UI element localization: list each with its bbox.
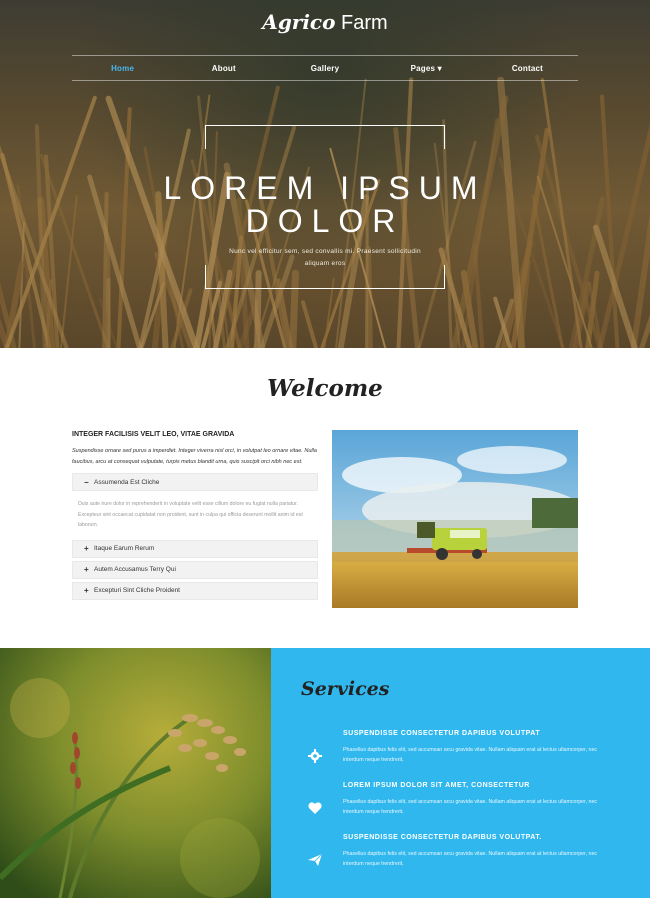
expand-icon: + (84, 586, 89, 595)
service-heading: LOREM IPSUM DOLOR SIT AMET, CONSECTETUR (343, 782, 530, 789)
hero-title-line1: LOREM IPSUM (163, 170, 487, 206)
service-item: LOREM IPSUM DOLOR SIT AMET, CONSECTETUR … (301, 782, 631, 830)
accordion-body: Duis aute irure dolor in reprehenderit i… (78, 501, 303, 528)
heart-icon (308, 802, 322, 814)
accordion-item-4[interactable]: + Excepturi Sint Cliche Proident (72, 581, 318, 600)
accordion-label: Itaque Earum Rerum (94, 545, 155, 552)
accordion-label: Assumenda Est Cliche (94, 478, 160, 486)
hero-title: LOREM IPSUM DOLOR (0, 172, 650, 238)
logo-bold-text: Agrico (262, 10, 336, 34)
service-text: Phasellus dapibus felis elit, sed accums… (343, 747, 598, 763)
service-heading: SUSPENDISSE CONSECTETUR DAPIBUS VOLUTPAT… (343, 834, 542, 841)
hero-frame-top (205, 125, 445, 149)
expand-icon: + (84, 565, 89, 574)
hero-frame-bottom (205, 265, 445, 289)
services-title: Services (301, 678, 390, 700)
welcome-content: INTEGER FACILISIS VELIT LEO, VITAE GRAVI… (72, 431, 318, 603)
service-text: Phasellus dapibus felis elit, sed accums… (343, 851, 598, 867)
service-item: SUSPENDISSE CONSECTETUR DAPIBUS VOLUTPAT… (301, 834, 631, 882)
nav-pages-dropdown[interactable]: Pages ▾ (376, 64, 477, 73)
accordion-item-3[interactable]: + Autem Accusamus Terry Qui (72, 560, 318, 579)
accordion-label: Excepturi Sint Cliche Proident (94, 587, 180, 594)
main-nav: Home About Gallery Pages ▾ Contact (72, 55, 578, 81)
service-item: SUSPENDISSE CONSECTETUR DAPIBUS VOLUTPAT… (301, 730, 631, 778)
expand-icon: + (84, 544, 89, 553)
accordion-item-2[interactable]: + Itaque Earum Rerum (72, 539, 318, 558)
gear-icon (308, 749, 322, 763)
nav-gallery[interactable]: Gallery (274, 64, 375, 73)
hero-section: Agrico Farm Home About Gallery Pages ▾ C… (0, 0, 650, 348)
nav-about[interactable]: About (173, 64, 274, 73)
accordion-label: Autem Accusamus Terry Qui (94, 566, 176, 573)
services-section: Services SUSPENDISSE CONSECTETUR DAPIBUS… (271, 648, 650, 898)
nav-contact[interactable]: Contact (477, 64, 578, 73)
accordion-item-1[interactable]: − Assumenda Est Cliche (72, 473, 318, 491)
nav-home[interactable]: Home (72, 64, 173, 73)
logo-light-text: Farm (341, 12, 388, 34)
service-heading: SUSPENDISSE CONSECTETUR DAPIBUS VOLUTPAT (343, 730, 541, 737)
welcome-intro: Suspendisse ornare sed purus a imperdiet… (72, 448, 317, 465)
site-logo[interactable]: Agrico Farm (0, 10, 650, 35)
hero-title-line2: DOLOR (245, 203, 405, 239)
welcome-title: Welcome (267, 375, 383, 402)
rice-plant-image (0, 648, 271, 898)
welcome-heading: INTEGER FACILISIS VELIT LEO, VITAE GRAVI… (72, 431, 235, 438)
collapse-icon: − (84, 477, 89, 487)
service-text: Phasellus dapibus felis elit, sed accums… (343, 799, 598, 815)
harvester-image (332, 430, 578, 608)
paper-plane-icon (308, 853, 323, 866)
